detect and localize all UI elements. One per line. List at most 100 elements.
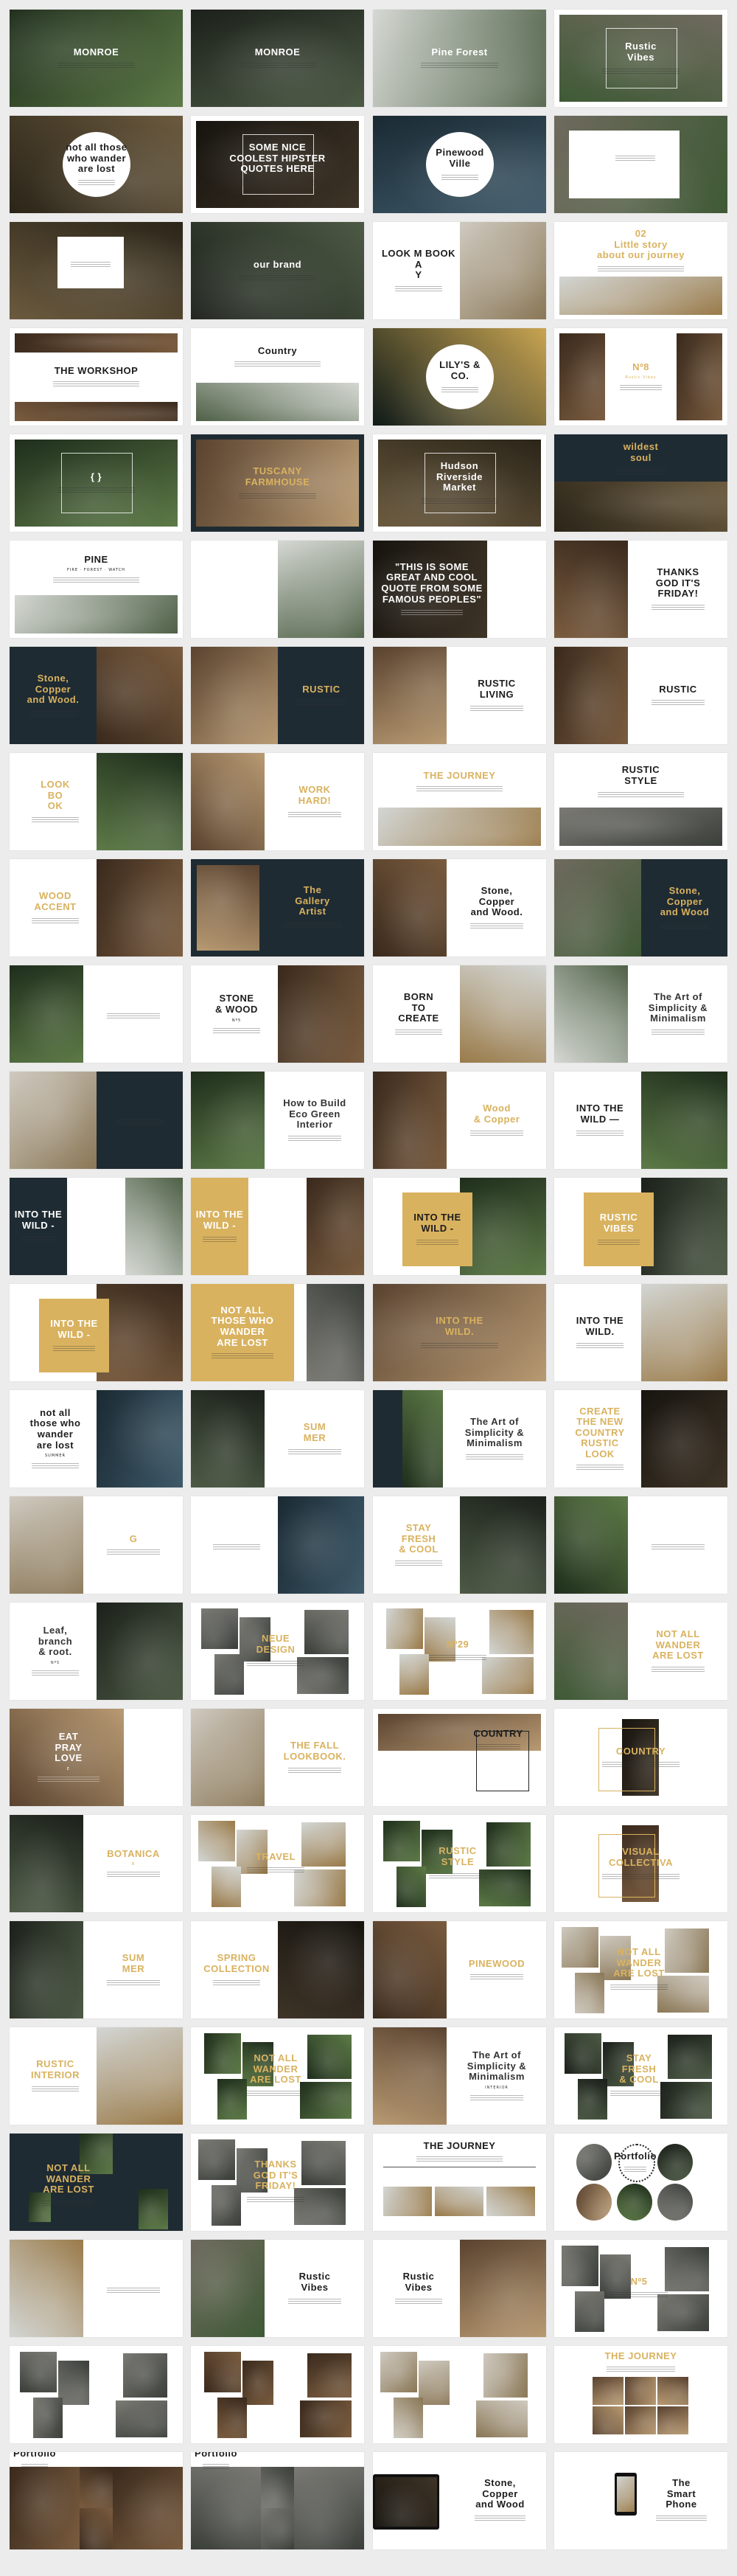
slide-thumbnail[interactable]: Stone, Copper and Wood	[373, 2452, 546, 2549]
slide-thumbnail[interactable]: not all those who wander are lost	[191, 541, 364, 638]
slide-thumbnail[interactable]: SPRING COLLECTION	[191, 1921, 364, 2018]
slide-thumbnail[interactable]	[373, 2346, 546, 2443]
slide-thumbnail[interactable]: Nº29	[373, 1603, 546, 1700]
slide-thumbnail[interactable]: BOTANICA B	[10, 1815, 183, 1912]
slide-thumbnail[interactable]: MONROE	[191, 10, 364, 107]
slide-thumbnail[interactable]: Portfolio	[191, 2452, 364, 2549]
slide-thumbnail[interactable]: THE JOURNEY	[554, 2346, 727, 2443]
body-text-lines	[394, 1028, 443, 1036]
slide-thumbnail[interactable]: STAY FRESH & COOL	[373, 1496, 546, 1594]
slide-thumbnail[interactable]: Stone, Copper and Wood.	[373, 859, 546, 957]
slide-thumbnail[interactable]: SOME NICE COOLEST HIPSTER QUOTES HERE	[191, 116, 364, 213]
slide-thumbnail[interactable]: THE JOURNEY	[373, 753, 546, 850]
slide-thumbnail[interactable]: BORN TO CREATE	[373, 965, 546, 1063]
slide-thumbnail[interactable]: THE WORKSHOP	[10, 328, 183, 426]
slide-thumbnail[interactable]: PINE FIRE · FOREST · WATCH	[10, 541, 183, 638]
slide-thumbnail[interactable]: NOT ALL WANDER ARE LOST	[554, 1921, 727, 2018]
slide-thumbnail[interactable]: Pine Forest	[373, 10, 546, 107]
slide-thumbnail[interactable]: RUSTIC VIBES	[554, 1178, 727, 1275]
slide-thumbnail[interactable]: Nº8 Rustic Vibes	[554, 328, 727, 426]
slide-thumbnail[interactable]: not all those who wander are lost	[10, 116, 183, 213]
slide-thumbnail[interactable]: The Art of Simplicity & Minimalism	[554, 965, 727, 1063]
slide-thumbnail[interactable]: RUSTIC STYLE	[554, 753, 727, 850]
slide-thumbnail[interactable]: Rustic Vibes	[554, 10, 727, 107]
slide-thumbnail[interactable]: Nº5	[554, 2240, 727, 2337]
slide-thumbnail[interactable]: G	[10, 1496, 183, 1594]
slide-thumbnail[interactable]: Leaf, branch & root. Nº5	[10, 1603, 183, 1700]
slide-thumbnail[interactable]: INTO THE WILD.	[373, 1284, 546, 1381]
slide-thumbnail[interactable]: NEUE DESIGN	[191, 1603, 364, 1700]
slide-thumbnail[interactable]: EAT PRAY LOVE E	[10, 1709, 183, 1806]
slide-thumbnail[interactable]: Rustic Vibes	[191, 2240, 364, 2337]
body-text-lines	[652, 1028, 705, 1036]
slide-thumbnail[interactable]	[10, 2240, 183, 2337]
slide-thumbnail[interactable]: RUSTIC	[554, 647, 727, 744]
slide-thumbnail[interactable]: Portfolio	[10, 2452, 183, 2549]
slide-thumbnail[interactable]: NOT ALL WANDER ARE LOST	[191, 2027, 364, 2125]
slide-thumbnail[interactable]: The Gallery Artist	[191, 859, 364, 957]
slide-thumbnail[interactable]: THE JOURNEY	[373, 2134, 546, 2231]
slide-thumbnail[interactable]: Country	[191, 328, 364, 426]
slide-thumbnail[interactable]	[554, 1496, 727, 1594]
slide-thumbnail[interactable]: RUSTIC LIVING	[373, 647, 546, 744]
slide-thumbnail[interactable]: SUM MER	[10, 1921, 183, 2018]
slide-thumbnail[interactable]: Hudson Riverside Market	[373, 434, 546, 532]
slide-thumbnail[interactable]: { }	[10, 434, 183, 532]
slide-thumbnail[interactable]: NOT ALL WANDER ARE LOST	[554, 1603, 727, 1700]
slide-thumbnail[interactable]: THE FALL LOOKBOOK.	[191, 1709, 364, 1806]
slide-thumbnail[interactable]	[191, 1496, 364, 1594]
slide-thumbnail[interactable]: RUSTIC STYLE	[373, 1815, 546, 1912]
slide-thumbnail[interactable]: THANKS GOD IT'S FRIDAY!	[191, 2134, 364, 2231]
slide-thumbnail[interactable]: INTO THE WILD.	[554, 1284, 727, 1381]
slide-thumbnail[interactable]: RUSTIC INTERIOR	[10, 2027, 183, 2125]
slide-photo	[123, 2353, 167, 2398]
slide-thumbnail[interactable]: LILY'S & CO.	[373, 328, 546, 426]
slide-thumbnail[interactable]: MONROE	[10, 10, 183, 107]
slide-thumbnail[interactable]	[554, 116, 727, 213]
slide-thumbnail[interactable]: RUSTIC	[191, 647, 364, 744]
slide-thumbnail[interactable]: COUNTRY	[373, 1709, 546, 1806]
slide-thumbnail[interactable]: STAY FRESH & COOL	[554, 2027, 727, 2125]
slide-thumbnail[interactable]: VISUAL COLLECTIVA	[554, 1815, 727, 1912]
slide-thumbnail[interactable]: The Art of Simplicity & Minimalism	[373, 1390, 546, 1487]
slide-thumbnail[interactable]: our brand	[191, 222, 364, 319]
slide-thumbnail[interactable]: WORK HARD!	[191, 753, 364, 850]
slide-thumbnail[interactable]: TUSCANY FARMHOUSE	[191, 434, 364, 532]
slide-thumbnail[interactable]: NOT ALL WANDER ARE LOST	[10, 2134, 183, 2231]
slide-thumbnail[interactable]: THANKS GOD IT'S FRIDAY!	[554, 541, 727, 638]
slide-thumbnail[interactable]: "THIS IS SOME GREAT AND COOL QUOTE FROM …	[373, 541, 546, 638]
slide-thumbnail[interactable]: The Smart Phone	[554, 2452, 727, 2549]
slide-thumbnail[interactable]: Stone, Copper and Wood	[554, 859, 727, 957]
slide-thumbnail[interactable]: LOOK M BOOK A Y	[373, 222, 546, 319]
slide-thumbnail[interactable]	[191, 2346, 364, 2443]
slide-thumbnail[interactable]: LOOK BO OK	[10, 753, 183, 850]
slide-thumbnail[interactable]: The Art of Simplicity & Minimalism INTERI…	[373, 2027, 546, 2125]
slide-thumbnail[interactable]	[10, 2346, 183, 2443]
slide-thumbnail[interactable]: INTO THE WILD -	[10, 1178, 183, 1275]
slide-thumbnail[interactable]: wildest soul	[554, 434, 727, 532]
slide-thumbnail[interactable]: 02 Little story about our journey	[554, 222, 727, 319]
slide-thumbnail[interactable]: INTO THE WILD -	[191, 1178, 364, 1275]
slide-thumbnail[interactable]: Pinewood Ville	[373, 116, 546, 213]
slide-thumbnail[interactable]: Rustic Vibes	[373, 2240, 546, 2337]
slide-thumbnail[interactable]: INTO THE WILD -	[373, 1178, 546, 1275]
slide-thumbnail[interactable]: CREATE THE NEW COUNTRY RUSTIC LOOK	[554, 1390, 727, 1487]
slide-thumbnail[interactable]: STONE & WOOD Nº5	[191, 965, 364, 1063]
slide-thumbnail[interactable]: WOOD ACCENT	[10, 859, 183, 957]
slide-thumbnail[interactable]	[10, 222, 183, 319]
slide-thumbnail[interactable]: NOT ALL THOSE WHO WANDER ARE LOST	[191, 1284, 364, 1381]
slide-thumbnail[interactable]: COUNTRY	[554, 1709, 727, 1806]
slide-thumbnail[interactable]	[10, 1072, 183, 1169]
slide-thumbnail[interactable]: INTO THE WILD —	[554, 1072, 727, 1169]
slide-thumbnail[interactable]: INTO THE WILD -	[10, 1284, 183, 1381]
slide-thumbnail[interactable]: TRAVEL	[191, 1815, 364, 1912]
slide-thumbnail[interactable]: SUM MER	[191, 1390, 364, 1487]
slide-thumbnail[interactable]: Wood & Copper	[373, 1072, 546, 1169]
slide-thumbnail[interactable]: How to Build Eco Green Interior	[191, 1072, 364, 1169]
slide-thumbnail[interactable]: not all those who wander are lost SUMMER	[10, 1390, 183, 1487]
slide-thumbnail[interactable]: PINEWOOD	[373, 1921, 546, 2018]
slide-thumbnail[interactable]	[10, 965, 183, 1063]
slide-thumbnail[interactable]: Stone, Copper and Wood.	[10, 647, 183, 744]
slide-thumbnail[interactable]: Portfolio	[554, 2134, 727, 2231]
slide-text: Rustic Vibes	[576, 24, 705, 92]
